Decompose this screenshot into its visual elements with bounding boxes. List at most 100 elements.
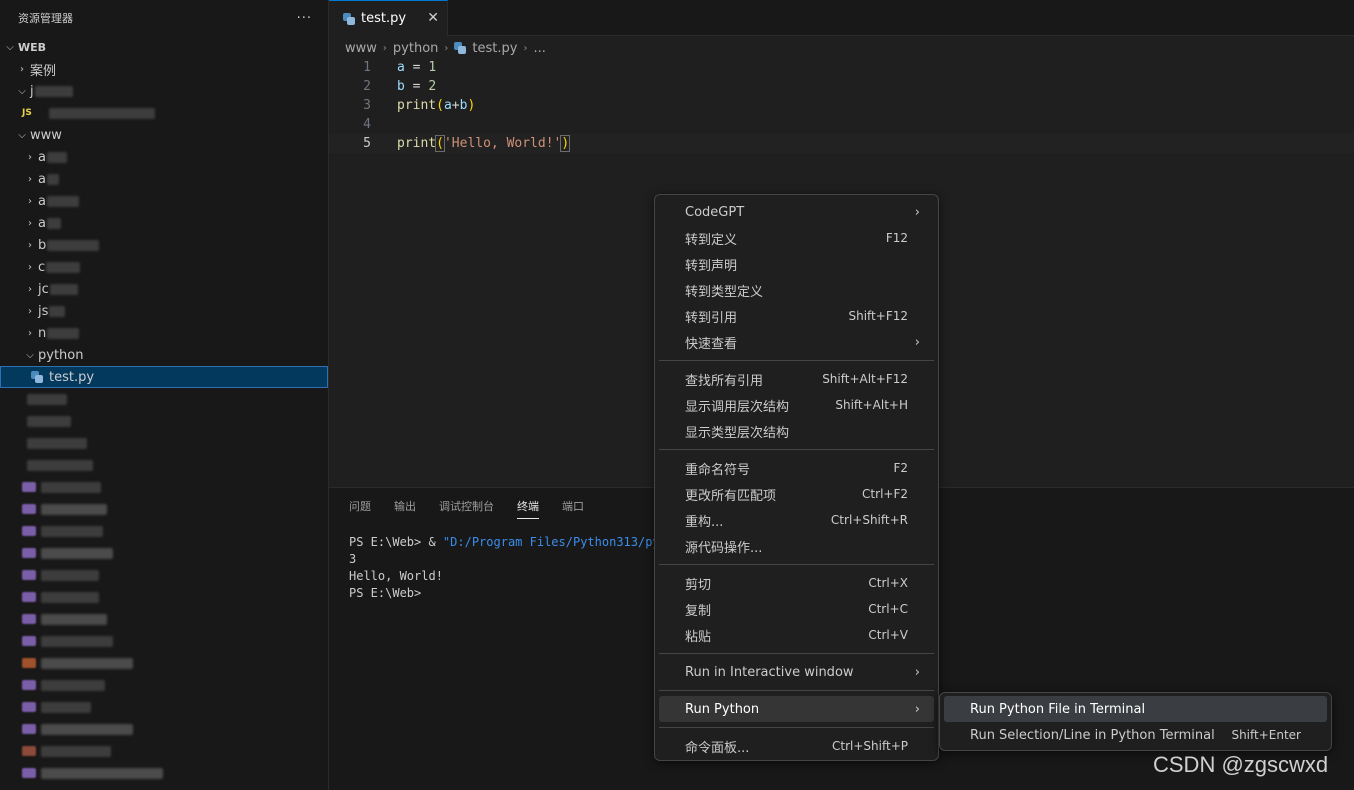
line-number: 4 xyxy=(363,117,371,132)
tree-item-redacted[interactable] xyxy=(0,652,328,674)
tab-test-py[interactable]: test.py ✕ xyxy=(329,0,448,36)
menu-item-shortcut: Ctrl+C xyxy=(868,602,908,616)
tree-item-folder[interactable]: › b xyxy=(0,234,328,256)
breadcrumb-item[interactable]: python xyxy=(393,41,438,56)
menu-item-go-to-declaration[interactable]: 转到声明 xyxy=(659,251,934,277)
tree-item-label: c xyxy=(38,259,46,275)
menu-item-paste[interactable]: 粘贴 Ctrl+V xyxy=(659,622,934,648)
menu-item-label: 复制 xyxy=(685,603,712,619)
tree-item-redacted[interactable] xyxy=(0,740,328,762)
menu-item-go-to-type-definition[interactable]: 转到类型定义 xyxy=(659,277,934,303)
tree-root-web[interactable]: ⌵ WEB xyxy=(0,36,328,58)
tree-item-folder[interactable]: › 案例 xyxy=(0,58,328,80)
menu-item-run-in-interactive-window[interactable]: Run in Interactive window › xyxy=(659,659,934,685)
tree-item-folder[interactable]: › jc xyxy=(0,278,328,300)
tree-item-redacted[interactable] xyxy=(0,718,328,740)
tree-item-folder[interactable]: › js xyxy=(0,300,328,322)
terminal-prompt: PS E:\Web> xyxy=(349,586,422,600)
redacted-text xyxy=(41,503,107,515)
redacted-text xyxy=(46,173,59,185)
tree-item-redacted[interactable] xyxy=(0,564,328,586)
tree-item-folder[interactable]: › n xyxy=(0,322,328,344)
tree-item-redacted[interactable] xyxy=(0,388,328,410)
tab-terminal[interactable]: 终端 xyxy=(517,498,539,519)
code-line: 4 xyxy=(329,115,1354,134)
tree-item-folder[interactable]: ⌵ python xyxy=(0,344,328,366)
tree-item-redacted[interactable] xyxy=(0,674,328,696)
run-python-submenu: Run Python File in Terminal Run Selectio… xyxy=(939,692,1332,751)
terminal-command-string: "D:/Program Files/Python313/pyt xyxy=(442,535,667,549)
breadcrumb-item[interactable]: test.py xyxy=(472,41,517,56)
tree-item-redacted[interactable] xyxy=(0,454,328,476)
tab-output[interactable]: 输出 xyxy=(394,498,416,519)
menu-item-command-palette[interactable]: 命令面板... Ctrl+Shift+P xyxy=(659,733,934,759)
tree-item-redacted[interactable] xyxy=(0,762,328,784)
tab-ports[interactable]: 端口 xyxy=(562,498,584,519)
tree-item-file[interactable]: JS xyxy=(0,102,328,124)
tree-item-folder[interactable]: › a xyxy=(0,190,328,212)
tree-item-redacted[interactable] xyxy=(0,608,328,630)
menu-item-go-to-references[interactable]: 转到引用 Shift+F12 xyxy=(659,303,934,329)
tree-item-redacted[interactable] xyxy=(0,586,328,608)
tree-item-folder[interactable]: › c xyxy=(0,256,328,278)
submenu-arrow-icon: › xyxy=(914,204,920,220)
menu-item-label: 转到定义 xyxy=(685,232,738,248)
breadcrumb-item[interactable]: ... xyxy=(533,41,545,56)
file-icon xyxy=(22,592,36,602)
breadcrumb-item[interactable]: www xyxy=(345,41,377,56)
menu-item-cut[interactable]: 剪切 Ctrl+X xyxy=(659,570,934,596)
menu-item-run-python-file-in-terminal[interactable]: Run Python File in Terminal xyxy=(944,696,1327,722)
line-number: 1 xyxy=(363,60,371,75)
tree-item-folder[interactable]: › a xyxy=(0,212,328,234)
editor-tab-bar: test.py ✕ xyxy=(329,0,1354,36)
menu-item-find-all-references[interactable]: 查找所有引用 Shift+Alt+F12 xyxy=(659,366,934,392)
close-icon[interactable]: ✕ xyxy=(427,10,439,26)
chevron-right-icon: › xyxy=(28,195,32,207)
menu-item-go-to-definition[interactable]: 转到定义 F12 xyxy=(659,225,934,251)
tree-item-label: a xyxy=(38,171,46,187)
redacted-text xyxy=(41,745,111,757)
tab-problems[interactable]: 问题 xyxy=(349,498,371,519)
tree-item-redacted[interactable] xyxy=(0,630,328,652)
tree-item-redacted[interactable] xyxy=(0,520,328,542)
tree-item-redacted[interactable] xyxy=(0,410,328,432)
file-icon xyxy=(22,768,36,778)
terminal-output[interactable]: PS E:\Web> & "D:/Program Files/Python313… xyxy=(349,534,667,602)
menu-item-run-python[interactable]: Run Python › xyxy=(659,696,934,722)
tree-item-redacted[interactable] xyxy=(0,498,328,520)
menu-item-show-type-hierarchy[interactable]: 显示类型层次结构 xyxy=(659,418,934,444)
menu-item-shortcut: Ctrl+Shift+P xyxy=(832,739,908,753)
menu-item-peek[interactable]: 快速查看 › xyxy=(659,329,934,355)
terminal-prompt: PS E:\Web> & xyxy=(349,535,443,549)
menu-item-codegpt[interactable]: CodeGPT › xyxy=(659,199,934,225)
chevron-right-icon: › xyxy=(28,217,32,229)
menu-item-label: 命令面板... xyxy=(685,740,750,756)
tree-item-redacted[interactable] xyxy=(0,432,328,454)
tree-item-folder[interactable]: ⌵ www xyxy=(0,124,328,146)
tab-debug-console[interactable]: 调试控制台 xyxy=(439,498,494,519)
file-icon xyxy=(22,570,36,580)
tree-item-folder[interactable]: › a xyxy=(0,146,328,168)
chevron-right-icon: › xyxy=(28,261,32,273)
python-file-icon xyxy=(31,371,43,383)
tree-item-test-py[interactable]: test.py xyxy=(0,366,328,388)
menu-item-rename-symbol[interactable]: 重命名符号 F2 xyxy=(659,455,934,481)
explorer-title: 资源管理器 xyxy=(18,12,73,25)
chevron-right-icon: › xyxy=(28,151,32,163)
code-line: 2 b = 2 xyxy=(329,77,1354,96)
menu-separator xyxy=(659,564,934,565)
menu-item-run-selection-in-python-terminal[interactable]: Run Selection/Line in Python Terminal Sh… xyxy=(944,722,1327,748)
code-editor[interactable]: 1 a = 1 2 b = 2 3 print(a+b) 4 5 print('… xyxy=(329,58,1354,153)
menu-item-source-action[interactable]: 源代码操作... xyxy=(659,533,934,559)
tree-item-redacted[interactable] xyxy=(0,696,328,718)
menu-item-show-call-hierarchy[interactable]: 显示调用层次结构 Shift+Alt+H xyxy=(659,392,934,418)
menu-item-change-all-occurrences[interactable]: 更改所有匹配项 Ctrl+F2 xyxy=(659,481,934,507)
tree-item-folder[interactable]: › a xyxy=(0,168,328,190)
more-actions-icon[interactable]: ··· xyxy=(297,11,312,26)
menu-item-refactor[interactable]: 重构... Ctrl+Shift+R xyxy=(659,507,934,533)
tree-item-redacted[interactable] xyxy=(0,476,328,498)
tree-item-folder[interactable]: ⌵ j xyxy=(0,80,328,102)
explorer-sidebar: 资源管理器 ··· ⌵ WEB › 案例 ⌵ j JS ⌵ www › a › … xyxy=(0,0,329,790)
menu-item-copy[interactable]: 复制 Ctrl+C xyxy=(659,596,934,622)
tree-item-redacted[interactable] xyxy=(0,542,328,564)
